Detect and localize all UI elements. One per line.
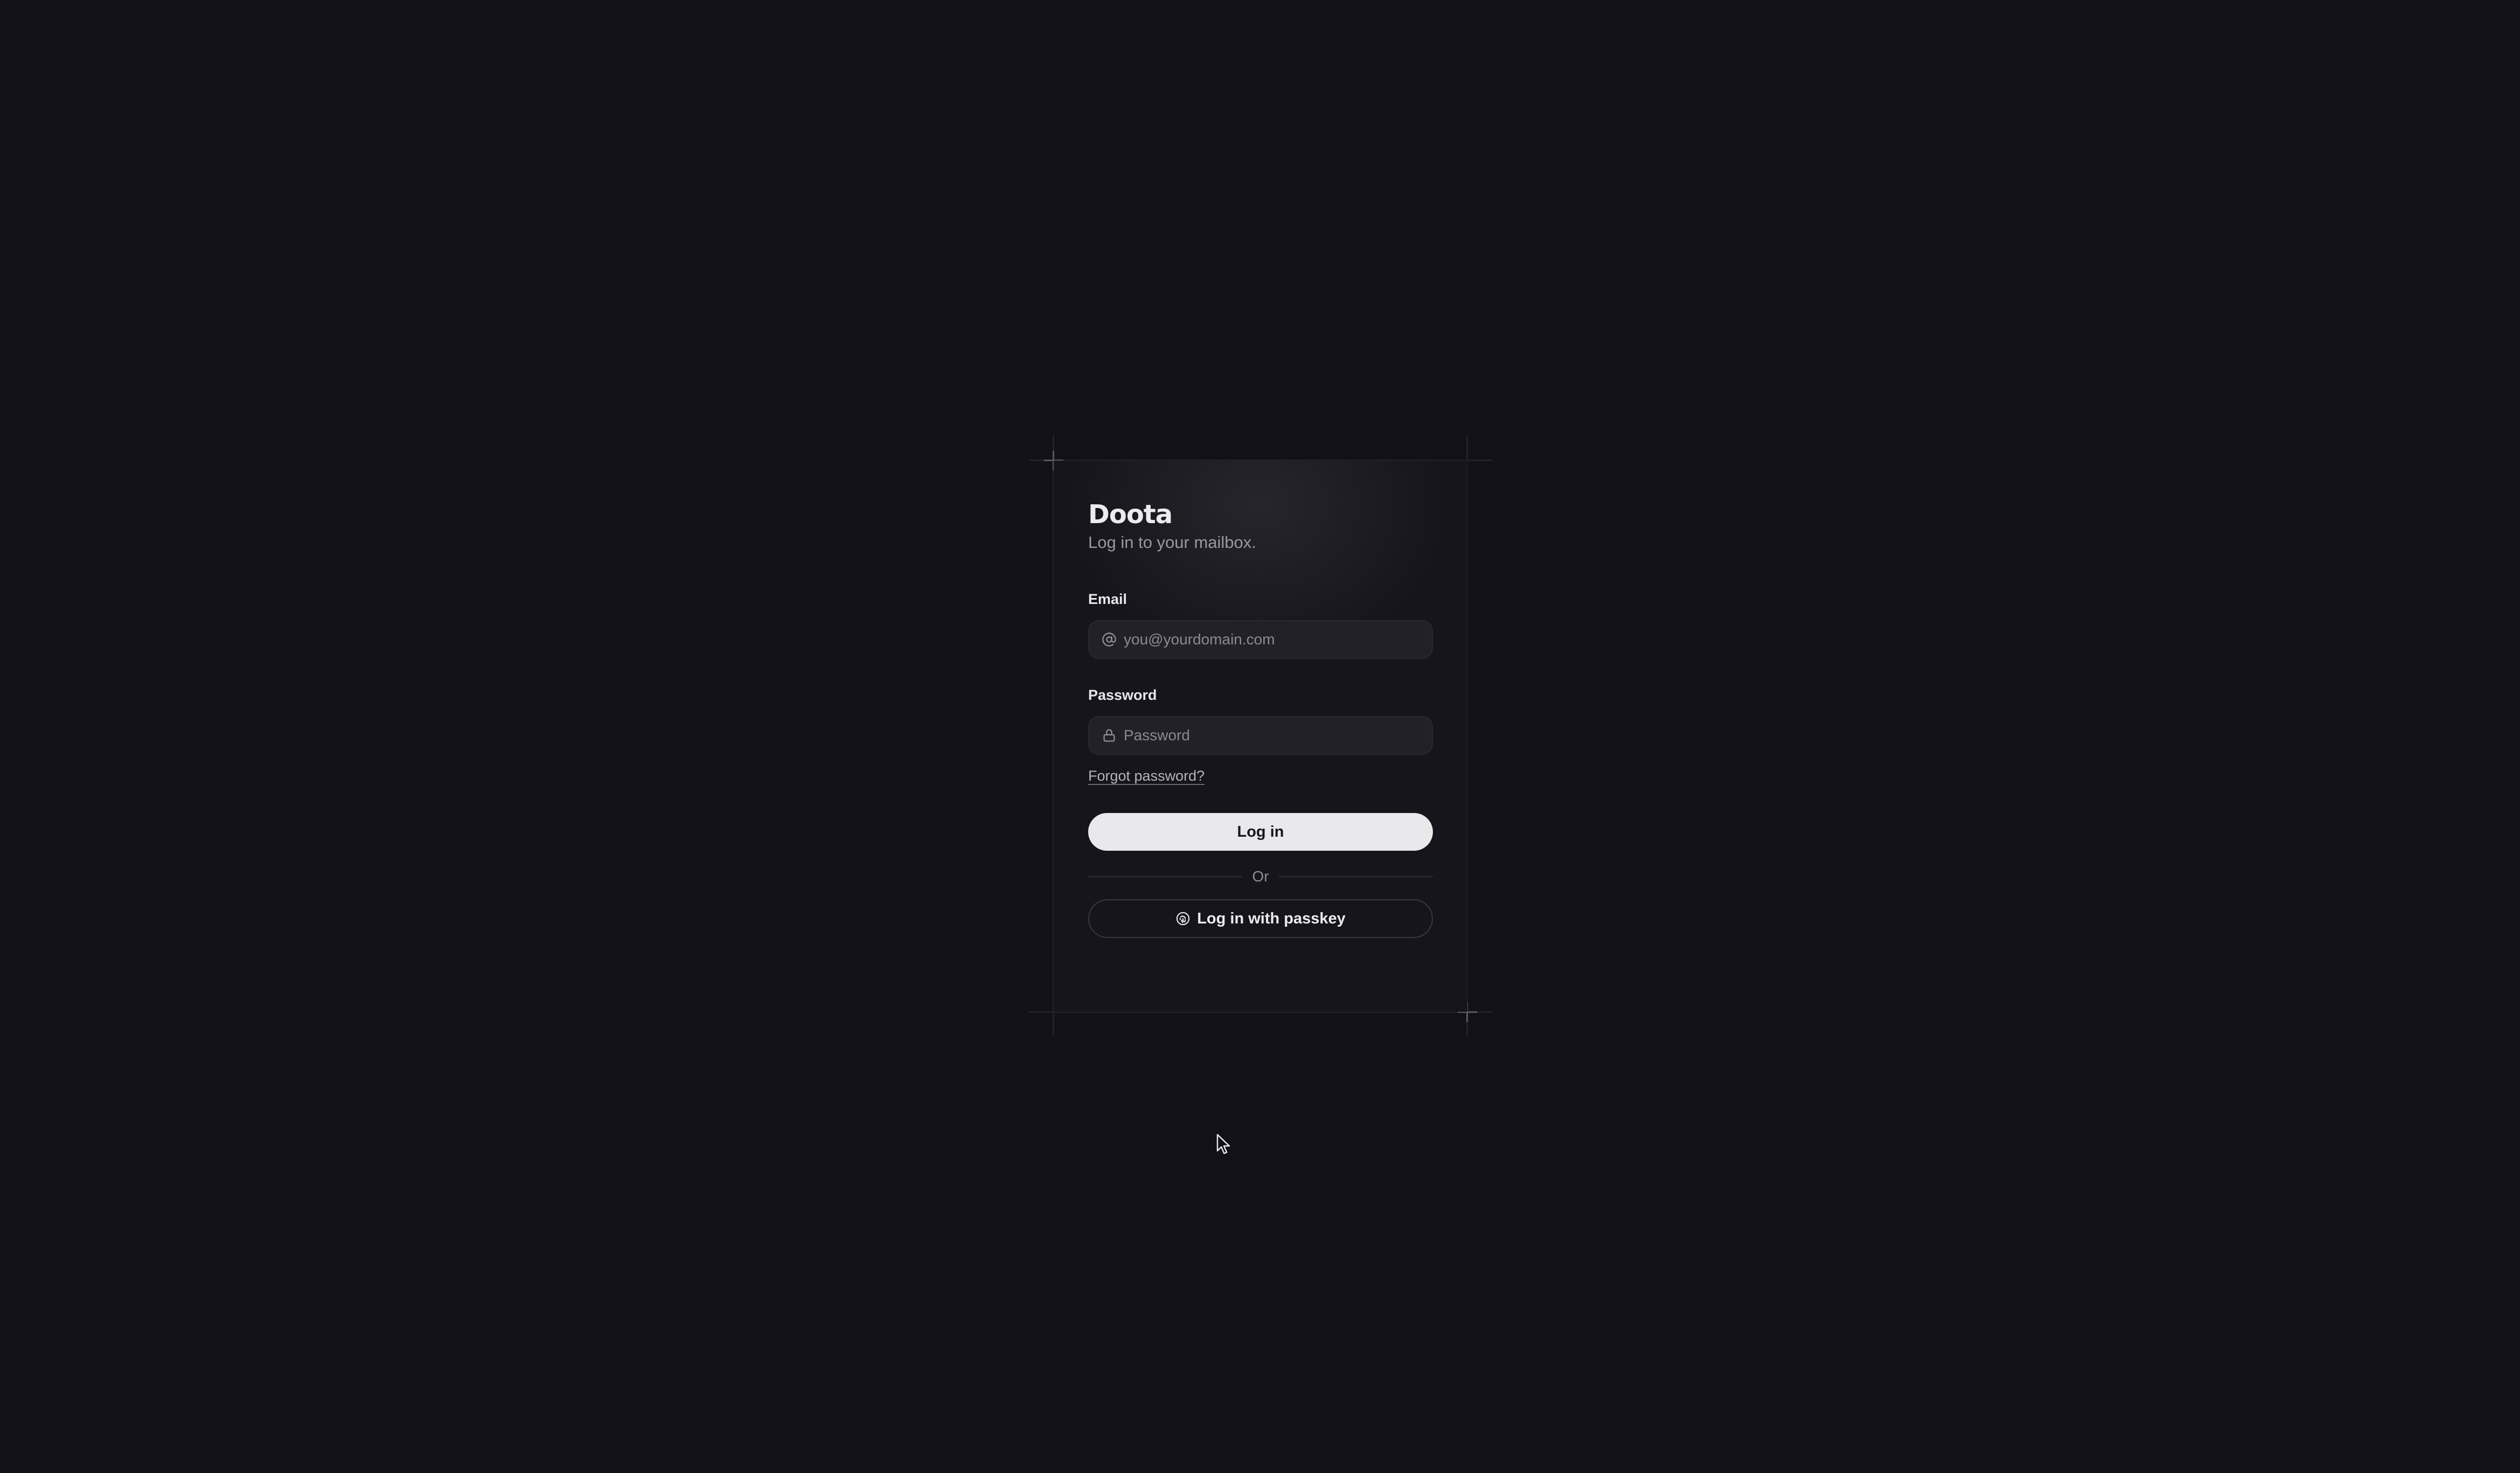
at-icon	[1101, 631, 1117, 648]
divider-line-right	[1278, 876, 1433, 877]
divider-label: Or	[1252, 868, 1269, 885]
password-input[interactable]	[1124, 719, 1432, 752]
or-divider: Or	[1088, 866, 1433, 887]
login-button[interactable]: Log in	[1088, 813, 1433, 851]
login-form: Doota Log in to your mailbox. Email Pass…	[1088, 498, 1433, 938]
passkey-login-button[interactable]: Log in with passkey	[1088, 899, 1433, 938]
login-card: Doota Log in to your mailbox. Email Pass…	[1054, 461, 1467, 1012]
lock-icon	[1101, 727, 1117, 744]
password-field[interactable]	[1088, 716, 1433, 755]
app-title: Doota	[1088, 499, 1173, 530]
email-input[interactable]	[1124, 623, 1432, 656]
mouse-cursor-icon	[1216, 1134, 1230, 1154]
password-label: Password	[1088, 687, 1157, 703]
passkey-button-label: Log in with passkey	[1197, 909, 1346, 927]
fingerprint-icon	[1177, 912, 1190, 926]
forgot-password-link[interactable]: Forgot password?	[1088, 767, 1205, 785]
email-label: Email	[1088, 591, 1127, 607]
page-subtitle: Log in to your mailbox.	[1088, 533, 1256, 552]
login-page: Doota Log in to your mailbox. Email Pass…	[0, 0, 2520, 1473]
email-field[interactable]	[1088, 620, 1433, 659]
divider-line-left	[1088, 876, 1243, 877]
